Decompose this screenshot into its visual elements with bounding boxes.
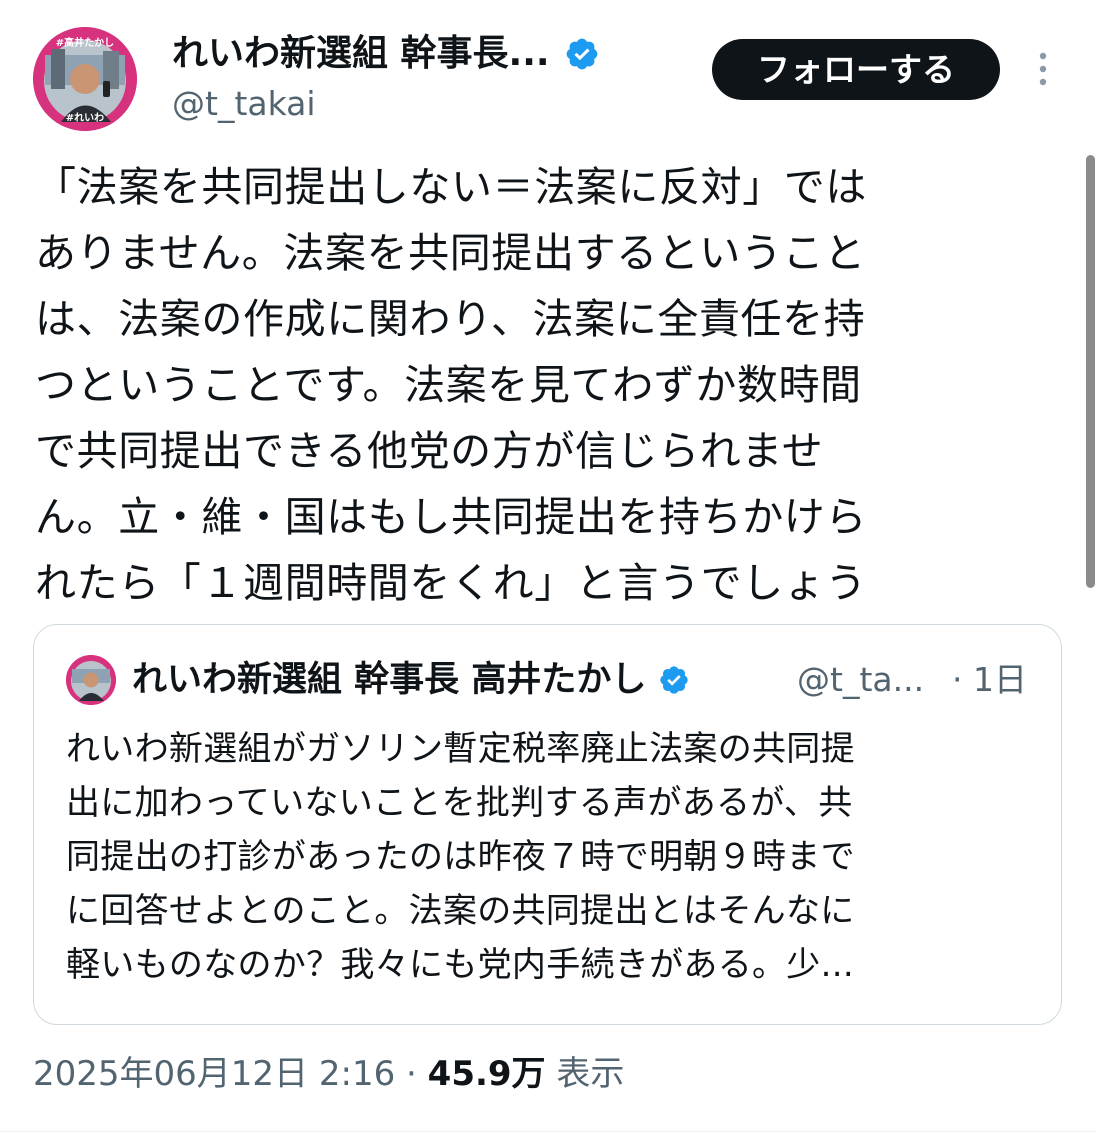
quoted-tweet-time: · 1日 bbox=[952, 660, 1027, 699]
quoted-tweet-card[interactable]: れいわ新選組 幹事長 高井たかし @t_ta... · 1日 れいわ新選組がガソ… bbox=[33, 624, 1062, 1025]
quoted-author-row: れいわ新選組 幹事長 高井たかし bbox=[132, 655, 690, 705]
author-handle[interactable]: @t_takai bbox=[172, 80, 316, 128]
view-count-label: 表示 bbox=[545, 1054, 625, 1094]
tweet-meta: 2025年06月12日 2:16 · 45.9万 表示 bbox=[33, 1048, 624, 1100]
tweet-timestamp[interactable]: 2025年06月12日 2:16 bbox=[33, 1054, 395, 1094]
author-name-row[interactable]: れいわ新選組 幹事長... bbox=[172, 28, 600, 80]
author-avatar[interactable]: #高井たかし #れいわ bbox=[33, 27, 137, 131]
quoted-tweet-text: れいわ新選組がガソリン暫定税率廃止法案の共同提 出に加わっていないことを批判する… bbox=[66, 729, 855, 985]
quoted-author-name: れいわ新選組 幹事長 高井たかし bbox=[132, 660, 647, 700]
scrollbar-thumb[interactable] bbox=[1086, 155, 1095, 588]
author-display-name[interactable]: れいわ新選組 幹事長... bbox=[172, 28, 550, 80]
follow-button[interactable]: フォローする bbox=[712, 39, 1000, 100]
verified-badge-icon bbox=[566, 38, 597, 70]
divider bbox=[0, 1131, 1096, 1132]
tweet-text: 「法案を共同提出しない＝法案に反対」では ありません。法案を共同提出するというこ… bbox=[35, 163, 867, 607]
avatar-badge-bottom: #れいわ bbox=[66, 112, 104, 124]
more-vertical-icon[interactable] bbox=[1036, 51, 1050, 87]
avatar-badge-top: #高井たかし bbox=[56, 36, 114, 49]
meta-separator: · bbox=[395, 1054, 428, 1094]
quoted-author-avatar bbox=[66, 655, 116, 705]
view-count: 45.9万 bbox=[427, 1054, 546, 1094]
quoted-verified-badge-icon bbox=[660, 666, 689, 694]
quoted-author-handle: @t_ta... bbox=[797, 660, 925, 699]
